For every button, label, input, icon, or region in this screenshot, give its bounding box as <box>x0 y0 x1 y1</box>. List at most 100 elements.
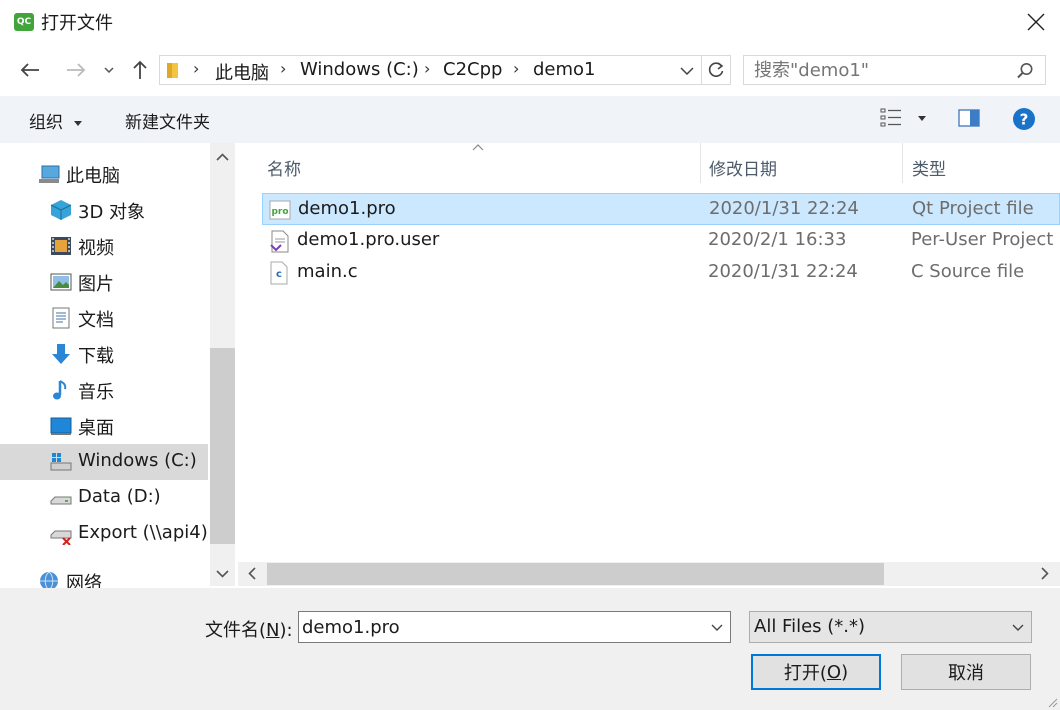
dropdown-arrow-icon <box>918 116 926 121</box>
folder-icon <box>167 63 178 78</box>
file-date: 2020/2/1 16:33 <box>708 229 847 250</box>
column-header-name[interactable]: 名称 <box>267 155 301 180</box>
sidebar-item-label: 下载 <box>78 346 114 367</box>
scroll-up-icon[interactable] <box>216 153 229 161</box>
svg-text:?: ? <box>1020 111 1029 129</box>
drive-windows-icon <box>50 453 72 471</box>
breadcrumb-separator-icon: › <box>513 59 520 78</box>
network-icon <box>40 571 58 588</box>
forward-button[interactable] <box>60 44 92 96</box>
qt-creator-app-icon: QC <box>14 13 34 31</box>
sidebar-item-label: Windows (C:) <box>78 450 197 471</box>
up-button[interactable] <box>126 44 154 96</box>
file-row[interactable]: demo1.pro.user 2020/2/1 16:33 Per-User P… <box>262 225 1060 257</box>
file-name: main.c <box>297 261 358 282</box>
organize-menu-button[interactable]: 组织 <box>29 108 83 133</box>
sidebar-item-label: Export (\\api4) <box>78 522 208 543</box>
chevron-down-icon <box>104 67 114 73</box>
filename-combobox[interactable] <box>298 611 731 643</box>
arrow-right-icon <box>67 63 86 77</box>
search-icon[interactable] <box>1016 62 1034 80</box>
file-type-filter-select[interactable]: All Files (*.*) <box>749 611 1032 643</box>
sidebar-item-pictures[interactable]: 图片 <box>0 264 208 300</box>
column-divider[interactable] <box>700 143 701 183</box>
scroll-left-icon[interactable] <box>248 567 256 580</box>
sidebar-item-label: 此电脑 <box>66 166 120 187</box>
column-header-date-modified[interactable]: 修改日期 <box>709 155 777 180</box>
arrow-up-icon <box>133 60 147 79</box>
help-button[interactable]: ? <box>1012 107 1036 131</box>
cube-3d-icon <box>50 200 72 220</box>
breadcrumb-windows-c[interactable]: Windows (C:) <box>300 59 419 80</box>
sidebar-item-data-d[interactable]: Data (D:) <box>0 480 208 516</box>
file-row[interactable]: pro demo1.pro 2020/1/31 22:24 Qt Project… <box>262 193 1060 225</box>
file-type: Per-User Project ( <box>911 229 1060 250</box>
arrow-left-icon <box>20 63 39 77</box>
filename-label: 文件名(N): <box>205 620 293 641</box>
address-bar[interactable]: › 此电脑 › Windows (C:) › C2Cpp › demo1 <box>159 55 702 85</box>
refresh-icon <box>708 62 724 77</box>
breadcrumb-this-pc[interactable]: 此电脑 <box>215 59 269 85</box>
sidebar-item-3d-objects[interactable]: 3D 对象 <box>0 192 208 228</box>
close-button[interactable] <box>1012 0 1060 44</box>
scroll-right-icon[interactable] <box>1041 567 1049 580</box>
network-drive-disconnected-icon <box>50 530 72 545</box>
sidebar-item-label: 桌面 <box>78 418 114 439</box>
file-row[interactable]: c main.c 2020/1/31 22:24 C Source file <box>262 257 1060 289</box>
sidebar-item-documents[interactable]: 文档 <box>0 300 208 336</box>
user-settings-file-icon <box>270 230 289 253</box>
dropdown-arrow-icon <box>74 120 83 126</box>
sidebar-scrollbar-thumb[interactable] <box>210 348 235 544</box>
column-header-type[interactable]: 类型 <box>912 155 946 180</box>
chevron-down-icon[interactable] <box>680 67 694 75</box>
file-type: C Source file <box>911 261 1025 282</box>
breadcrumb-separator-icon: › <box>193 59 200 78</box>
music-icon <box>53 380 67 400</box>
recent-locations-button[interactable] <box>98 44 120 96</box>
sidebar-item-desktop[interactable]: 桌面 <box>0 408 208 444</box>
sort-ascending-icon <box>472 144 484 151</box>
sidebar-item-export-network[interactable]: Export (\\api4) <box>0 516 208 552</box>
svg-text:c: c <box>276 269 282 280</box>
open-button[interactable]: 打开(O) <box>751 654 881 690</box>
sidebar-item-label: 文档 <box>78 310 114 331</box>
file-type: Qt Project file <box>912 198 1034 219</box>
filename-input[interactable] <box>302 615 697 639</box>
new-folder-button[interactable]: 新建文件夹 <box>125 108 210 133</box>
breadcrumb-c2cpp[interactable]: C2Cpp <box>443 59 502 80</box>
breadcrumb-separator-icon: › <box>280 59 287 78</box>
resize-grip-icon[interactable] <box>1046 696 1058 708</box>
chevron-down-icon[interactable] <box>711 624 723 631</box>
pictures-icon <box>50 273 72 291</box>
sidebar-item-downloads[interactable]: 下载 <box>0 336 208 372</box>
preview-pane-icon <box>958 109 980 127</box>
sidebar-item-this-pc[interactable]: 此电脑 <box>0 156 208 192</box>
view-options-button[interactable] <box>880 108 928 130</box>
svg-text:pro: pro <box>271 207 288 217</box>
cancel-button[interactable]: 取消 <box>901 654 1031 690</box>
drive-icon <box>50 496 72 505</box>
sidebar-item-label: 音乐 <box>78 382 114 403</box>
scroll-down-icon[interactable] <box>216 570 229 578</box>
sidebar-item-label: 图片 <box>78 274 114 295</box>
window-title: 打开文件 <box>41 13 113 34</box>
sidebar-item-network[interactable]: 网络 <box>0 563 208 588</box>
search-box[interactable] <box>743 55 1046 85</box>
organize-label: 组织 <box>29 113 63 133</box>
sidebar-item-music[interactable]: 音乐 <box>0 372 208 408</box>
search-input[interactable] <box>754 58 1004 82</box>
filter-selected-value: All Files (*.*) <box>754 616 866 637</box>
sidebar-item-videos[interactable]: 视频 <box>0 228 208 264</box>
refresh-button[interactable] <box>702 55 731 85</box>
horizontal-scrollbar-thumb[interactable] <box>267 563 884 585</box>
back-button[interactable] <box>14 44 46 96</box>
column-divider[interactable] <box>902 143 903 183</box>
breadcrumb-demo1[interactable]: demo1 <box>533 59 596 80</box>
details-view-icon <box>880 108 901 127</box>
file-date: 2020/1/31 22:24 <box>709 198 859 219</box>
desktop-icon <box>50 417 72 435</box>
preview-pane-button[interactable] <box>958 108 982 130</box>
computer-icon <box>39 165 60 183</box>
file-name: demo1.pro <box>298 198 396 219</box>
sidebar-item-windows-c[interactable]: Windows (C:) <box>0 444 208 480</box>
